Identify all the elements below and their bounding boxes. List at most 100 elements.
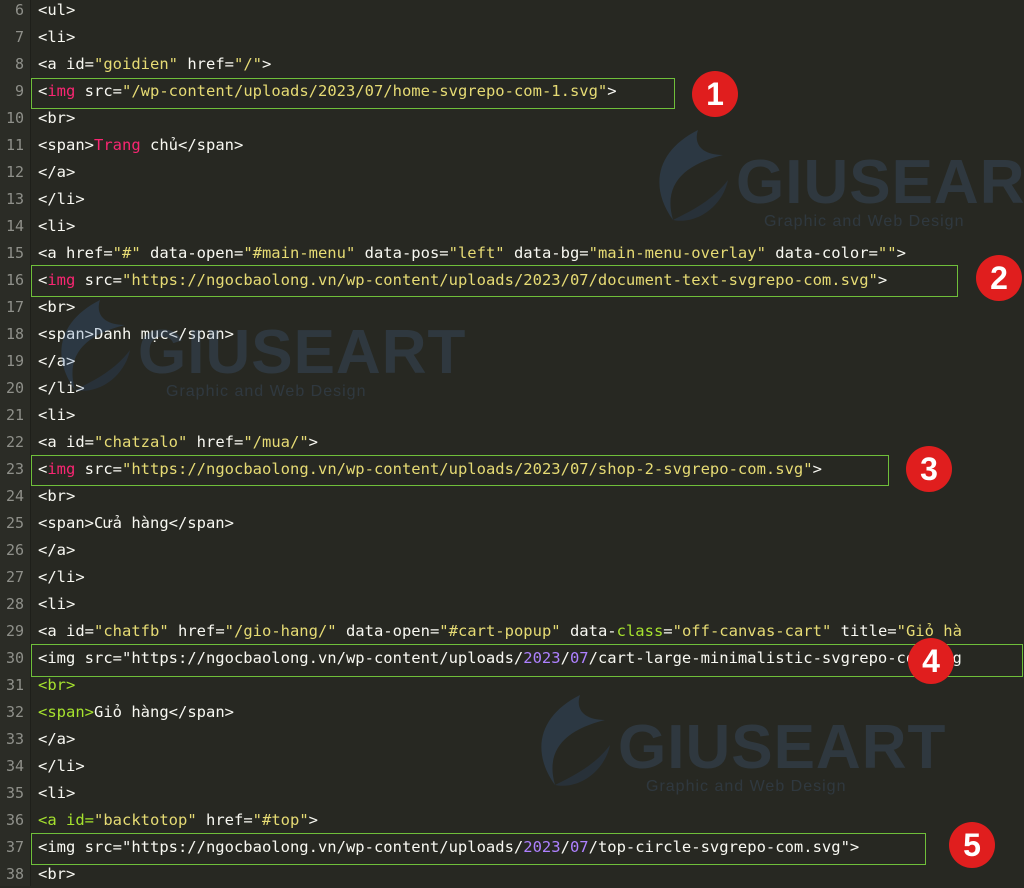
code-text: <span>Trang chủ</span> bbox=[38, 132, 243, 159]
code-token: "#cart-popup" bbox=[439, 622, 561, 640]
code-line[interactable]: 17 <br> bbox=[0, 294, 1024, 321]
code-text: <li> bbox=[38, 24, 75, 51]
code-token: <li> bbox=[38, 595, 76, 613]
code-line[interactable]: 38 <br> bbox=[0, 861, 1024, 888]
code-token: data-open= bbox=[336, 622, 440, 640]
code-line[interactable]: 8 <a id="goidien" href="/"> bbox=[0, 51, 1024, 78]
code-token: data- bbox=[560, 622, 617, 640]
code-line[interactable]: 24 <br> bbox=[0, 483, 1024, 510]
code-text: <li> bbox=[38, 780, 75, 807]
code-line[interactable]: 33 </a> bbox=[0, 726, 1024, 753]
code-token: "#" bbox=[112, 244, 141, 262]
code-token: </a> bbox=[38, 163, 76, 181]
code-text: </li> bbox=[38, 375, 85, 402]
code-token: "/" bbox=[234, 55, 262, 73]
code-line[interactable]: 27 </li> bbox=[0, 564, 1024, 591]
line-number: 25 bbox=[5, 514, 24, 532]
code-line[interactable]: 14 <li> bbox=[0, 213, 1024, 240]
callout-badge-1: 1 bbox=[692, 71, 738, 117]
code-text: <br> bbox=[38, 294, 75, 321]
code-line[interactable]: 15 <a href="#" data-open="#main-menu" dat… bbox=[0, 240, 1024, 267]
line-number: 23 bbox=[5, 460, 24, 478]
code-line[interactable]: 36 <a id="backtotop" href="#top"> bbox=[0, 807, 1024, 834]
code-text: <li> bbox=[38, 402, 75, 429]
line-number: 8 bbox=[14, 55, 24, 73]
code-token: "main-menu-overlay" bbox=[588, 244, 766, 262]
code-token: <a id= bbox=[38, 433, 94, 451]
code-text: <a id="goidien" href="/"> bbox=[38, 51, 271, 78]
code-text: </li> bbox=[38, 186, 85, 213]
code-token: "chatfb" bbox=[94, 622, 169, 640]
code-token: "goidien" bbox=[94, 55, 178, 73]
code-token: = bbox=[663, 622, 673, 640]
code-line[interactable]: 12 </a> bbox=[0, 159, 1024, 186]
code-token: "/mua/" bbox=[243, 433, 309, 451]
code-line[interactable]: 21 <li> bbox=[0, 402, 1024, 429]
code-editor[interactable]: 6 <ul> 7 <li> 8 <a id="goidien" href="/"> 9 <im… bbox=[0, 0, 1024, 886]
line-number: 12 bbox=[5, 163, 24, 181]
line-number: 34 bbox=[5, 757, 24, 775]
code-line[interactable]: 6 <ul> bbox=[0, 0, 1024, 24]
code-line[interactable]: 35 <li> bbox=[0, 780, 1024, 807]
code-text: </a> bbox=[38, 348, 75, 375]
code-line[interactable]: 25 <span>Cửa hàng</span> bbox=[0, 510, 1024, 537]
code-line[interactable]: 13 </li> bbox=[0, 186, 1024, 213]
line-number: 19 bbox=[5, 352, 24, 370]
code-line[interactable]: 7 <li> bbox=[0, 24, 1024, 51]
code-line[interactable]: 28 <li> bbox=[0, 591, 1024, 618]
line-number: 28 bbox=[5, 595, 24, 613]
code-text: <a id="chatfb" href="/gio-hang/" data-op… bbox=[38, 618, 962, 645]
code-text: <a href="#" data-open="#main-menu" data-… bbox=[38, 240, 906, 267]
code-text: <span>Cửa hàng</span> bbox=[38, 510, 234, 537]
line-number: 18 bbox=[5, 325, 24, 343]
code-token: "/gio-hang/" bbox=[224, 622, 337, 640]
code-token: </li> bbox=[38, 757, 85, 775]
code-token: chủ</span> bbox=[140, 136, 244, 154]
code-token: "#top" bbox=[252, 811, 309, 829]
code-text: <li> bbox=[38, 213, 75, 240]
code-token: href= bbox=[178, 55, 234, 73]
code-token: </li> bbox=[38, 568, 85, 586]
line-number: 7 bbox=[14, 28, 24, 46]
code-token: <br> bbox=[38, 487, 76, 505]
code-token: </a> bbox=[38, 730, 76, 748]
code-text: </li> bbox=[38, 753, 85, 780]
line-number: 22 bbox=[5, 433, 24, 451]
code-token: <br> bbox=[38, 865, 76, 883]
highlight-box-5 bbox=[31, 833, 926, 865]
highlight-box-2 bbox=[31, 265, 958, 297]
code-token: > bbox=[308, 811, 318, 829]
line-number: 30 bbox=[5, 649, 24, 667]
code-line[interactable]: 11 <span>Trang chủ</span> bbox=[0, 132, 1024, 159]
line-number: 38 bbox=[5, 865, 24, 883]
line-number: 16 bbox=[5, 271, 24, 289]
code-text: <a id="backtotop" href="#top"> bbox=[38, 807, 318, 834]
code-line[interactable]: 22 <a id="chatzalo" href="/mua/"> bbox=[0, 429, 1024, 456]
code-line[interactable]: 10 <br> bbox=[0, 105, 1024, 132]
code-line[interactable]: 26 </a> bbox=[0, 537, 1024, 564]
line-number: 31 bbox=[5, 676, 24, 694]
code-token: <li> bbox=[38, 406, 76, 424]
code-token: data-open= bbox=[140, 244, 244, 262]
code-line[interactable]: 29 <a id="chatfb" href="/gio-hang/" data-… bbox=[0, 618, 1024, 645]
code-token: "#main-menu" bbox=[243, 244, 356, 262]
code-line[interactable]: 19 </a> bbox=[0, 348, 1024, 375]
code-text: <br> bbox=[38, 861, 75, 888]
code-line[interactable]: 20 </li> bbox=[0, 375, 1024, 402]
code-token: <li> bbox=[38, 784, 76, 802]
line-number: 20 bbox=[5, 379, 24, 397]
code-token: > bbox=[308, 433, 318, 451]
code-text: <br> bbox=[38, 483, 75, 510]
line-number: 37 bbox=[5, 838, 24, 856]
code-line[interactable]: 34 </li> bbox=[0, 753, 1024, 780]
code-token: <a id= bbox=[38, 811, 94, 829]
line-number: 10 bbox=[5, 109, 24, 127]
code-token: "left" bbox=[448, 244, 505, 262]
code-token: <span>Danh mục</span> bbox=[38, 325, 234, 343]
code-token: </a> bbox=[38, 352, 76, 370]
code-token: title= bbox=[831, 622, 897, 640]
line-number: 32 bbox=[5, 703, 24, 721]
code-text: <a id="chatzalo" href="/mua/"> bbox=[38, 429, 318, 456]
code-line[interactable]: 18 <span>Danh mục</span> bbox=[0, 321, 1024, 348]
code-line[interactable]: 32 <span>Giỏ hàng</span> bbox=[0, 699, 1024, 726]
